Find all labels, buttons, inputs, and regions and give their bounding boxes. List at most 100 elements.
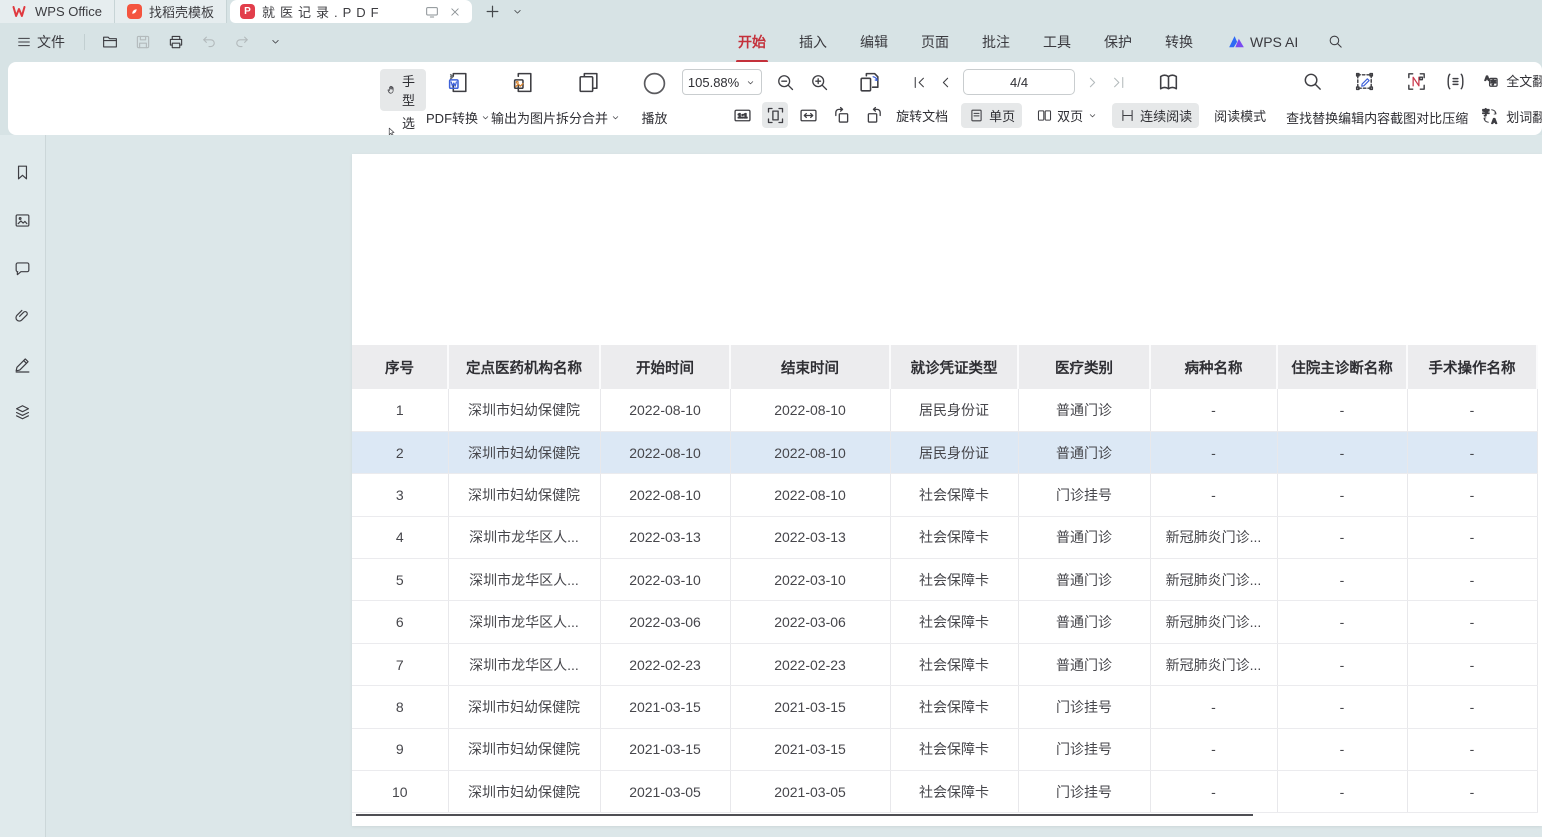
- read-mode-icon[interactable]: [1156, 70, 1181, 95]
- table-cell: -: [1407, 516, 1537, 558]
- zoom-level-select[interactable]: 105.88%: [682, 69, 762, 95]
- split-merge-label: 拆分合并: [556, 108, 608, 127]
- menu-tab-convert[interactable]: 转换: [1163, 28, 1195, 56]
- zoom-in-icon[interactable]: [809, 72, 830, 93]
- quick-access-chevron[interactable]: [263, 30, 287, 54]
- comments-panel-button[interactable]: [9, 254, 37, 282]
- thumbnails-panel-button[interactable]: [9, 206, 37, 234]
- table-cell: 普通门诊: [1018, 643, 1150, 685]
- actual-size-button[interactable]: 1:1: [729, 102, 755, 128]
- next-page-icon[interactable]: [1084, 74, 1101, 91]
- edit-content-button[interactable]: 编辑内容: [1338, 69, 1390, 128]
- full-translate-label: 全文翻译: [1506, 71, 1542, 90]
- double-page-label: 双页: [1057, 106, 1083, 125]
- search-icon[interactable]: [1327, 33, 1344, 50]
- table-cell: 普通门诊: [1018, 559, 1150, 601]
- split-merge-button[interactable]: 拆分合并: [556, 69, 621, 128]
- compress-button[interactable]: 压缩: [1442, 69, 1468, 128]
- record-table-head-row: 序号定点医药机构名称开始时间结束时间就诊凭证类型医疗类别病种名称住院主诊断名称手…: [352, 345, 1537, 389]
- first-page-icon[interactable]: [911, 74, 928, 91]
- screen-cast-icon[interactable]: [424, 4, 440, 20]
- table-row: 8深圳市妇幼保健院2021-03-152021-03-15社会保障卡门诊挂号--…: [352, 686, 1537, 728]
- table-cell: 社会保障卡: [890, 474, 1018, 516]
- attachments-panel-button[interactable]: [9, 302, 37, 330]
- menu-tab-protect[interactable]: 保护: [1102, 28, 1134, 56]
- wps-ai-label: WPS AI: [1250, 34, 1298, 50]
- pdf-page[interactable]: 序号定点医药机构名称开始时间结束时间就诊凭证类型医疗类别病种名称住院主诊断名称手…: [352, 154, 1542, 826]
- file-menu-label: 文件: [37, 32, 65, 52]
- read-mode-label[interactable]: 阅读模式: [1214, 106, 1266, 125]
- full-text-translate-button[interactable]: A 字 全文翻译: [1480, 70, 1542, 90]
- layers-icon: [13, 403, 32, 422]
- page-indicator: 4/4: [1010, 75, 1028, 90]
- table-cell: 社会保障卡: [890, 771, 1018, 813]
- chevron-down-icon: [1087, 110, 1098, 121]
- export-as-image-button[interactable]: 输出为图片: [491, 69, 556, 128]
- redo-button[interactable]: [230, 30, 254, 54]
- menu-tab-insert[interactable]: 插入: [797, 28, 829, 56]
- print-button[interactable]: [164, 30, 188, 54]
- continuous-reading-icon: [1119, 107, 1136, 124]
- last-page-icon[interactable]: [1110, 74, 1127, 91]
- menu-bar: 文件: [0, 23, 1542, 60]
- table-cell: -: [1277, 643, 1407, 685]
- continuous-reading-button[interactable]: 连续阅读: [1112, 103, 1199, 128]
- fit-page-button[interactable]: [762, 102, 788, 128]
- layers-panel-button[interactable]: [9, 398, 37, 426]
- table-cell: 普通门诊: [1018, 431, 1150, 473]
- menu-tab-tools[interactable]: 工具: [1041, 28, 1073, 56]
- rotate-right-button[interactable]: [861, 102, 887, 128]
- table-cell: -: [1277, 474, 1407, 516]
- menu-tab-page[interactable]: 页面: [919, 28, 951, 56]
- column-header: 定点医药机构名称: [448, 345, 600, 389]
- zoom-out-icon[interactable]: [775, 72, 796, 93]
- bookmark-panel-button[interactable]: [9, 158, 37, 186]
- menu-tab-start[interactable]: 开始: [736, 28, 768, 56]
- play-button[interactable]: 播放: [641, 69, 668, 128]
- double-page-button[interactable]: 双页: [1029, 103, 1105, 128]
- chevron-down-icon: [610, 112, 621, 123]
- pages-refresh-icon[interactable]: [857, 70, 882, 95]
- single-page-button[interactable]: 单页: [961, 103, 1022, 128]
- tab-list-chevron-icon[interactable]: [511, 5, 524, 18]
- menu-tab-comment[interactable]: 批注: [980, 28, 1012, 56]
- hand-tool-button[interactable]: 手型: [380, 69, 426, 111]
- table-cell: 深圳市龙华区人...: [448, 559, 600, 601]
- column-header: 住院主诊断名称: [1277, 345, 1407, 389]
- save-button[interactable]: [131, 30, 155, 54]
- new-tab-icon[interactable]: [484, 3, 501, 20]
- hand-tool-label: 手型: [402, 71, 420, 109]
- tab-docer-templates[interactable]: 找稻壳模板: [115, 0, 227, 23]
- rotate-left-button[interactable]: [828, 102, 854, 128]
- signature-panel-button[interactable]: [9, 350, 37, 378]
- pdf-convert-button[interactable]: PDF转换: [426, 69, 491, 128]
- compress-label: 压缩: [1442, 108, 1468, 127]
- table-cell: 深圳市妇幼保健院: [448, 389, 600, 431]
- table-row: 5深圳市龙华区人...2022-03-102022-03-10社会保障卡普通门诊…: [352, 559, 1537, 601]
- svg-text:字: 字: [1482, 107, 1490, 117]
- page-indicator-input[interactable]: 4/4: [963, 69, 1075, 95]
- tab-document-pdf[interactable]: P 就医记录.PDF: [230, 0, 472, 23]
- screenshot-compare-button[interactable]: 截图对比: [1390, 69, 1442, 128]
- wps-ai-button[interactable]: WPS AI: [1228, 34, 1298, 50]
- word-translate-button[interactable]: 字 A 划词翻译: [1480, 106, 1542, 126]
- close-tab-icon[interactable]: [448, 5, 462, 19]
- rotate-doc-label[interactable]: 旋转文档: [896, 106, 948, 125]
- table-cell: -: [1407, 474, 1537, 516]
- chevron-down-icon: [269, 35, 282, 48]
- wps-pdf-window: WPS Office 找稻壳模板 P 就医记录.PDF: [0, 0, 1542, 837]
- column-header: 手术操作名称: [1407, 345, 1537, 389]
- tab-wps-office[interactable]: WPS Office: [0, 0, 115, 23]
- table-cell: -: [1407, 389, 1537, 431]
- undo-button[interactable]: [197, 30, 221, 54]
- screenshot-compare-label: 截图对比: [1390, 108, 1442, 127]
- open-file-button[interactable]: [98, 30, 122, 54]
- fit-width-button[interactable]: [795, 102, 821, 128]
- find-replace-button[interactable]: 查找替换: [1286, 69, 1338, 128]
- previous-page-icon[interactable]: [937, 74, 954, 91]
- svg-text:1:1: 1:1: [737, 112, 747, 119]
- menu-tab-edit[interactable]: 编辑: [858, 28, 890, 56]
- file-menu-button[interactable]: 文件: [10, 29, 71, 55]
- table-cell: 2022-03-06: [600, 601, 730, 643]
- play-icon: [641, 70, 668, 97]
